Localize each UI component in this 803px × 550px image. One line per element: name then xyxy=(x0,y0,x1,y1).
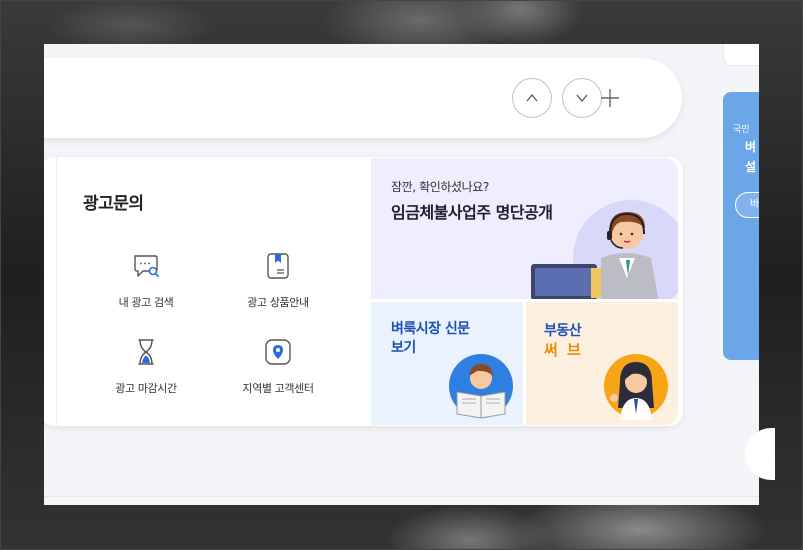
chat-search-icon xyxy=(134,255,159,277)
side-banner-line2: 벼설 xyxy=(745,140,757,174)
my-ad-search-label: 내 광고 검색 xyxy=(118,296,174,309)
scroll-up-button[interactable] xyxy=(512,78,552,118)
wage-arrears-banner[interactable]: 잠깐, 확인하셨나요? 임금체불사업주 명단공개 xyxy=(371,158,678,299)
location-pin-icon xyxy=(265,339,291,365)
side-banner[interactable]: 국민 벼설 바 xyxy=(723,92,759,360)
real-estate-line2: 써 브 xyxy=(544,341,583,359)
real-estate-serve-banner[interactable]: 부동산 써 브 xyxy=(526,302,678,425)
hourglass-icon xyxy=(138,339,154,365)
divider xyxy=(56,157,57,426)
ad-inquiry-title: 광고문의 xyxy=(83,194,144,214)
ad-product-guide-link[interactable]: 광고 상품안내 xyxy=(218,250,338,310)
regional-center-label: 지역별 고객센터 xyxy=(242,382,314,395)
chevron-up-icon xyxy=(526,93,538,102)
regional-center-link[interactable]: 지역별 고객센터 xyxy=(218,336,338,396)
ad-inquiry-card: 광고문의 내 광고 검색 광고 상품안내 광고 마감시간 지역별 고객센터 잠깐… xyxy=(44,157,683,426)
plus-icon xyxy=(601,89,619,107)
banner-small-text: 잠깐, 확인하셨나요? xyxy=(391,180,489,194)
real-estate-line1: 부동산 xyxy=(544,323,582,339)
side-banner-line1: 국민 xyxy=(733,125,750,135)
footer-divider xyxy=(44,496,759,497)
top-right-panel xyxy=(723,44,759,66)
newspaper-reader-illustration xyxy=(449,354,513,419)
flea-market-newspaper-banner[interactable]: 벼룩시장 신문보기 xyxy=(371,302,523,425)
bookmark-doc-icon xyxy=(267,253,289,279)
ad-deadline-link[interactable]: 광고 마감시간 xyxy=(86,336,206,396)
search-bar[interactable] xyxy=(44,58,682,138)
call-agent-illustration xyxy=(531,200,678,299)
ad-deadline-label: 광고 마감시간 xyxy=(115,382,177,395)
add-button[interactable] xyxy=(592,80,628,116)
side-banner-button[interactable]: 바 xyxy=(735,192,759,218)
web-page: 광고문의 내 광고 검색 광고 상품안내 광고 마감시간 지역별 고객센터 잠깐… xyxy=(44,44,759,505)
woman-presenter-illustration xyxy=(604,354,668,420)
my-ad-search-link[interactable]: 내 광고 검색 xyxy=(86,250,206,310)
chevron-down-icon xyxy=(576,94,588,103)
ad-product-guide-label: 광고 상품안내 xyxy=(247,296,309,309)
